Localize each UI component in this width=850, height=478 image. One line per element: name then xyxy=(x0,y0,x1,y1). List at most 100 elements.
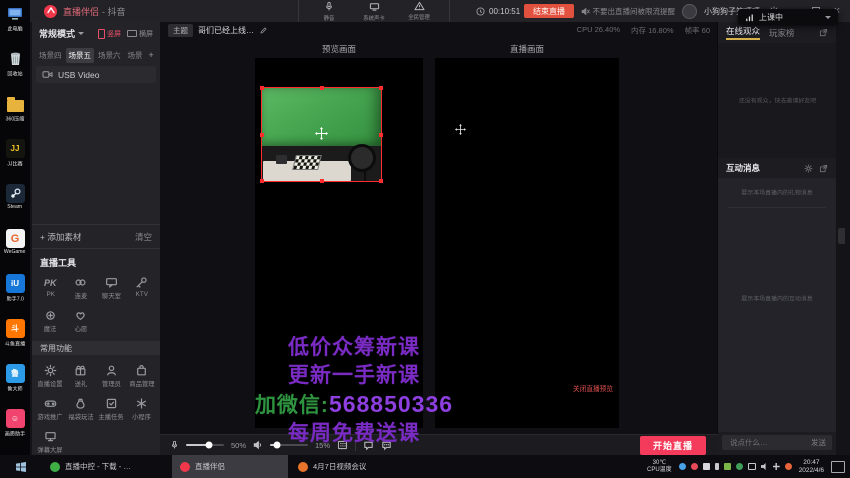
ring-light xyxy=(348,144,376,172)
gear-icon xyxy=(44,364,57,377)
cpu-temp-label: CPU温度 xyxy=(647,467,672,474)
desktop-icon-this-pc[interactable]: 此电脑 xyxy=(0,4,30,44)
workspace: 主题 哥们已经上线… CPU 26.40% 内存 16.80% 帧率 60 预览… xyxy=(160,22,718,455)
func-anchor-task[interactable]: 主播任务 xyxy=(96,397,127,422)
tray-fire-icon[interactable] xyxy=(785,463,792,470)
common-functions-title: 常用功能 xyxy=(32,341,160,355)
tool-label: 心愿 xyxy=(74,325,87,334)
task-label: 4月7日视频会议 xyxy=(313,461,366,472)
portrait-toggle[interactable]: 竖屏 xyxy=(98,29,121,39)
tray-green-icon[interactable] xyxy=(724,463,731,470)
desktop-icon-wegame[interactable]: G WeGame xyxy=(0,229,30,269)
selection-handle[interactable] xyxy=(320,179,324,183)
cpu-temp-widget[interactable]: 30℃ CPU温度 xyxy=(647,460,672,473)
selection-handle[interactable] xyxy=(260,86,264,90)
func-danmu-screen[interactable]: 弹幕大屏 xyxy=(35,430,66,455)
func-live-settings[interactable]: 直播设置 xyxy=(35,364,66,389)
desktop-icon-label: Steam xyxy=(8,204,23,209)
tray-red-icon[interactable] xyxy=(691,463,698,470)
scene-tab-active[interactable]: 场景五 xyxy=(66,48,95,63)
scene-tab[interactable]: 场景六 xyxy=(95,48,124,63)
mode-dropdown[interactable]: 常规模式 xyxy=(39,27,75,40)
live-canvas-label: 直播画面 xyxy=(435,43,619,55)
panel-collapse-handle[interactable] xyxy=(838,228,845,244)
func-goods[interactable]: 商品管理 xyxy=(127,364,158,389)
scene-tab[interactable]: 场景 xyxy=(125,48,146,63)
add-material-button[interactable]: + 添加素材 xyxy=(40,231,81,243)
monitor-icon xyxy=(44,430,57,443)
desktop-icon-jj[interactable]: JJ JJ比赛 xyxy=(0,139,30,179)
scene-tabs: 场景四 场景五 场景六 场景 + xyxy=(32,45,160,65)
selection-handle[interactable] xyxy=(260,179,264,183)
start-stream-button[interactable]: 开始直播 xyxy=(640,436,706,455)
tray-mic-icon[interactable] xyxy=(715,463,719,470)
tray-move-icon[interactable] xyxy=(773,463,780,470)
selection-handle[interactable] xyxy=(379,133,383,137)
popout-icon[interactable] xyxy=(819,164,828,173)
desktop-icon-ludashi[interactable]: 鲁 鲁大师 xyxy=(0,364,30,404)
microphone-icon[interactable] xyxy=(170,440,179,450)
avatar[interactable] xyxy=(682,4,697,19)
portrait-icon xyxy=(98,29,105,39)
mute-button[interactable]: 静音 xyxy=(313,1,345,22)
func-game-promo[interactable]: 游戏推广 xyxy=(35,397,66,422)
start-button[interactable] xyxy=(0,455,42,478)
divider xyxy=(728,207,826,208)
tab-player-rank[interactable]: 玩家榜 xyxy=(769,27,795,39)
add-scene-button[interactable]: + xyxy=(147,50,156,60)
taskbar-task-live-companion[interactable]: 直播伴侣 xyxy=(172,455,288,478)
notification-center-icon[interactable] xyxy=(831,461,845,473)
soundcard-button[interactable]: 系统声卡 xyxy=(358,1,390,22)
desktop-icon-huazhi[interactable]: ☺ 画质助手 xyxy=(0,409,30,449)
tool-lianmai[interactable]: 连麦 xyxy=(66,276,97,301)
mem-label: 内存 xyxy=(631,26,646,35)
func-gift[interactable]: 送礼 xyxy=(66,364,97,389)
camera-feed-selection[interactable] xyxy=(262,88,381,181)
landscape-toggle[interactable]: 横屏 xyxy=(127,29,153,39)
scene-tab[interactable]: 场景四 xyxy=(36,48,65,63)
popout-icon[interactable] xyxy=(819,28,828,37)
class-status-dropdown[interactable]: 上课中 xyxy=(738,9,838,25)
taskbar-task-meeting[interactable]: 4月7日视频会议 xyxy=(290,455,434,478)
tray-security-icon[interactable] xyxy=(736,463,743,470)
tab-online-viewers[interactable]: 在线观众 xyxy=(726,25,760,40)
clock-widget[interactable]: 20:47 2022/4/6 xyxy=(799,459,824,474)
tool-ktv[interactable]: KTV xyxy=(127,276,158,301)
source-list-empty xyxy=(32,84,160,224)
tray-volume-icon[interactable] xyxy=(761,463,768,470)
watermark-line-2: 更新一手新课 xyxy=(188,362,520,390)
tool-wish[interactable]: 心愿 xyxy=(66,309,97,334)
close-live-preview-link[interactable]: 关闭直播预览 xyxy=(573,384,613,394)
source-item-usb-video[interactable]: USB Video xyxy=(36,66,156,83)
func-label: 管理员 xyxy=(102,380,121,389)
chat-input-row: 发送 xyxy=(722,435,832,450)
edit-pencil-icon[interactable] xyxy=(259,26,268,35)
selection-handle[interactable] xyxy=(379,86,383,90)
lucky-bag-icon xyxy=(74,397,87,410)
tray-display-icon[interactable] xyxy=(748,463,756,470)
desktop-icon-360[interactable]: 360压缩 xyxy=(0,94,30,134)
func-lucky-bag[interactable]: 福袋玩法 xyxy=(66,397,97,422)
manage-button[interactable]: 全民管理 xyxy=(403,1,435,21)
selection-handle[interactable] xyxy=(379,179,383,183)
func-mini-program[interactable]: 小程序 xyxy=(127,397,158,422)
send-button[interactable]: 发送 xyxy=(811,437,826,448)
end-stream-button[interactable]: 结束直播 xyxy=(524,4,574,18)
tray-lock-icon[interactable] xyxy=(703,463,710,470)
desktop-icon-steam[interactable]: Steam xyxy=(0,184,30,224)
tool-magic[interactable]: 魔法 xyxy=(35,309,66,334)
tray-blue-icon[interactable] xyxy=(679,463,686,470)
tool-pk[interactable]: PK PK xyxy=(35,276,66,301)
selection-handle[interactable] xyxy=(320,86,324,90)
clear-button[interactable]: 清空 xyxy=(135,231,152,243)
tool-chatroom[interactable]: 聊天室 xyxy=(96,276,127,301)
selection-handle[interactable] xyxy=(260,133,264,137)
desktop-icon-helper[interactable]: iU 助手7.0 xyxy=(0,274,30,314)
taskbar-task-live-console[interactable]: 直播中控 - 下载 - … xyxy=(42,455,170,478)
desktop-icon-douyu[interactable]: 斗 斗鱼直播 xyxy=(0,319,30,359)
func-admin[interactable]: 管理员 xyxy=(96,364,127,389)
desktop-icon-recycle-bin[interactable]: 回收站 xyxy=(0,49,30,89)
func-label: 福袋玩法 xyxy=(68,413,93,422)
chat-input[interactable] xyxy=(728,437,807,448)
gear-icon[interactable] xyxy=(804,164,813,173)
